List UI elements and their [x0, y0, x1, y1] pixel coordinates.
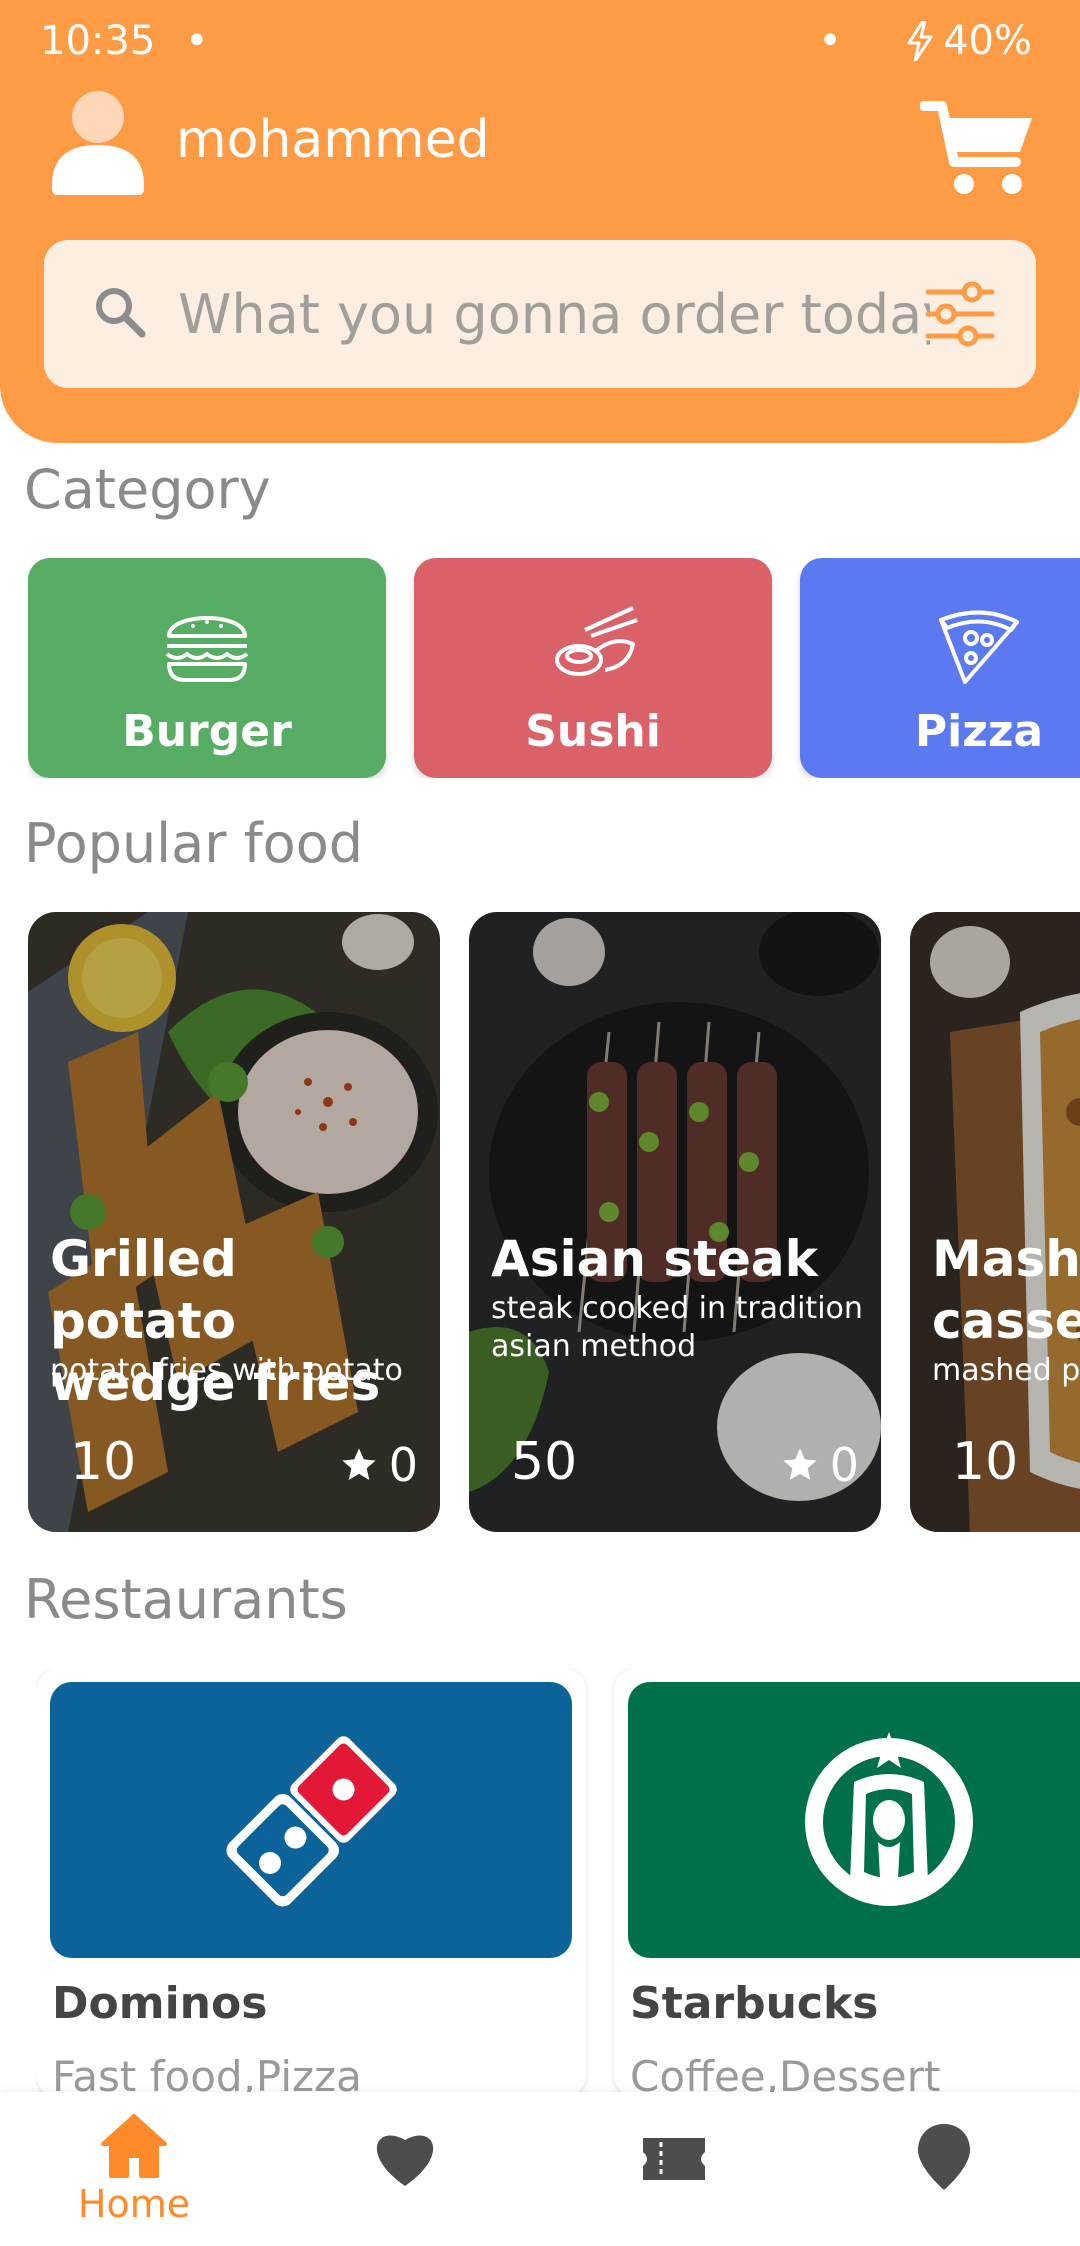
burger-icon [165, 616, 249, 682]
restaurant-list: Dominos Fast food,Pizza Starbucks Coffee… [36, 1668, 1080, 2098]
battery-level: 40% [943, 18, 1032, 64]
heart-icon [376, 2135, 434, 2186]
search-icon [96, 288, 146, 338]
notification-dot: • [185, 18, 209, 64]
avatar-icon[interactable] [52, 85, 144, 195]
category-card-pizza[interactable]: Pizza [800, 558, 1080, 778]
filter-icon[interactable] [924, 278, 996, 350]
battery-indicator: 40% [907, 18, 1032, 64]
star-icon [342, 1448, 376, 1480]
popular-food-list: Grilled potato wedge fries potato fries … [28, 912, 1080, 1532]
username: mohammed [176, 110, 490, 170]
cart-icon[interactable] [919, 98, 1036, 198]
status-bar: 10:35 • • 40% [40, 18, 1032, 68]
food-title: Asian steak [491, 1230, 818, 1288]
notification-dot: • [818, 18, 842, 64]
food-title: Mashed casserole [932, 1230, 1080, 1350]
restaurants-title: Restaurants [24, 1568, 348, 1631]
status-time: 10:35 [40, 18, 156, 64]
charging-icon [907, 21, 933, 61]
food-price: 10 [70, 1432, 137, 1492]
food-card[interactable]: Asian steak steak cooked in tradition as… [469, 912, 881, 1532]
nav-home[interactable]: Home [34, 2112, 234, 2232]
category-list: Burger Sushi Pizza [28, 558, 1080, 778]
bottom-navigation: Home [0, 2092, 1080, 2246]
food-price: 50 [511, 1432, 578, 1492]
food-description: steak cooked in tradition asian method [491, 1291, 863, 1364]
sushi-icon [555, 606, 638, 676]
star-icon [783, 1448, 817, 1480]
rating-value: 0 [388, 1438, 418, 1492]
starbucks-logo-icon [805, 1732, 973, 1906]
search-input[interactable] [178, 274, 930, 354]
nav-tickets[interactable] [574, 2112, 774, 2232]
food-card[interactable]: Mashed casserole mashed potato 10 [910, 912, 1080, 1532]
restaurant-card-starbucks[interactable]: Starbucks Coffee,Dessert [614, 1668, 1080, 2098]
category-title: Category [24, 458, 271, 521]
dominos-logo-icon [226, 1736, 397, 1907]
popular-food-title: Popular food [24, 812, 364, 875]
category-label: Pizza [914, 706, 1044, 757]
header: 10:35 • • 40% mohammed [0, 0, 1080, 443]
category-card-sushi[interactable]: Sushi [414, 558, 772, 778]
category-card-burger[interactable]: Burger [28, 558, 386, 778]
restaurant-card-dominos[interactable]: Dominos Fast food,Pizza [36, 1668, 586, 2098]
rating-value: 0 [829, 1438, 859, 1492]
restaurant-name: Dominos [52, 1978, 268, 2029]
nav-home-label: Home [77, 2182, 191, 2226]
home-icon [101, 2114, 167, 2178]
category-label: Burger [122, 706, 292, 757]
pizza-icon [939, 610, 1019, 684]
restaurant-banner [50, 1682, 572, 1958]
nav-favorites[interactable] [305, 2112, 505, 2232]
category-label: Sushi [525, 706, 661, 757]
food-card[interactable]: Grilled potato wedge fries potato fries … [28, 912, 440, 1532]
location-pin-icon [918, 2124, 970, 2190]
restaurant-banner [628, 1682, 1080, 1958]
nav-location[interactable] [844, 2112, 1044, 2232]
ticket-icon [643, 2138, 705, 2180]
restaurant-name: Starbucks [630, 1978, 879, 2029]
food-rating: 0 [780, 1438, 859, 1492]
food-rating: 0 [339, 1438, 418, 1492]
user-profile[interactable]: mohammed [52, 85, 490, 195]
food-description: potato fries with potato [50, 1353, 403, 1388]
food-price: 10 [952, 1432, 1019, 1492]
food-description: mashed potato [932, 1353, 1080, 1388]
search-bar[interactable] [44, 240, 1036, 388]
